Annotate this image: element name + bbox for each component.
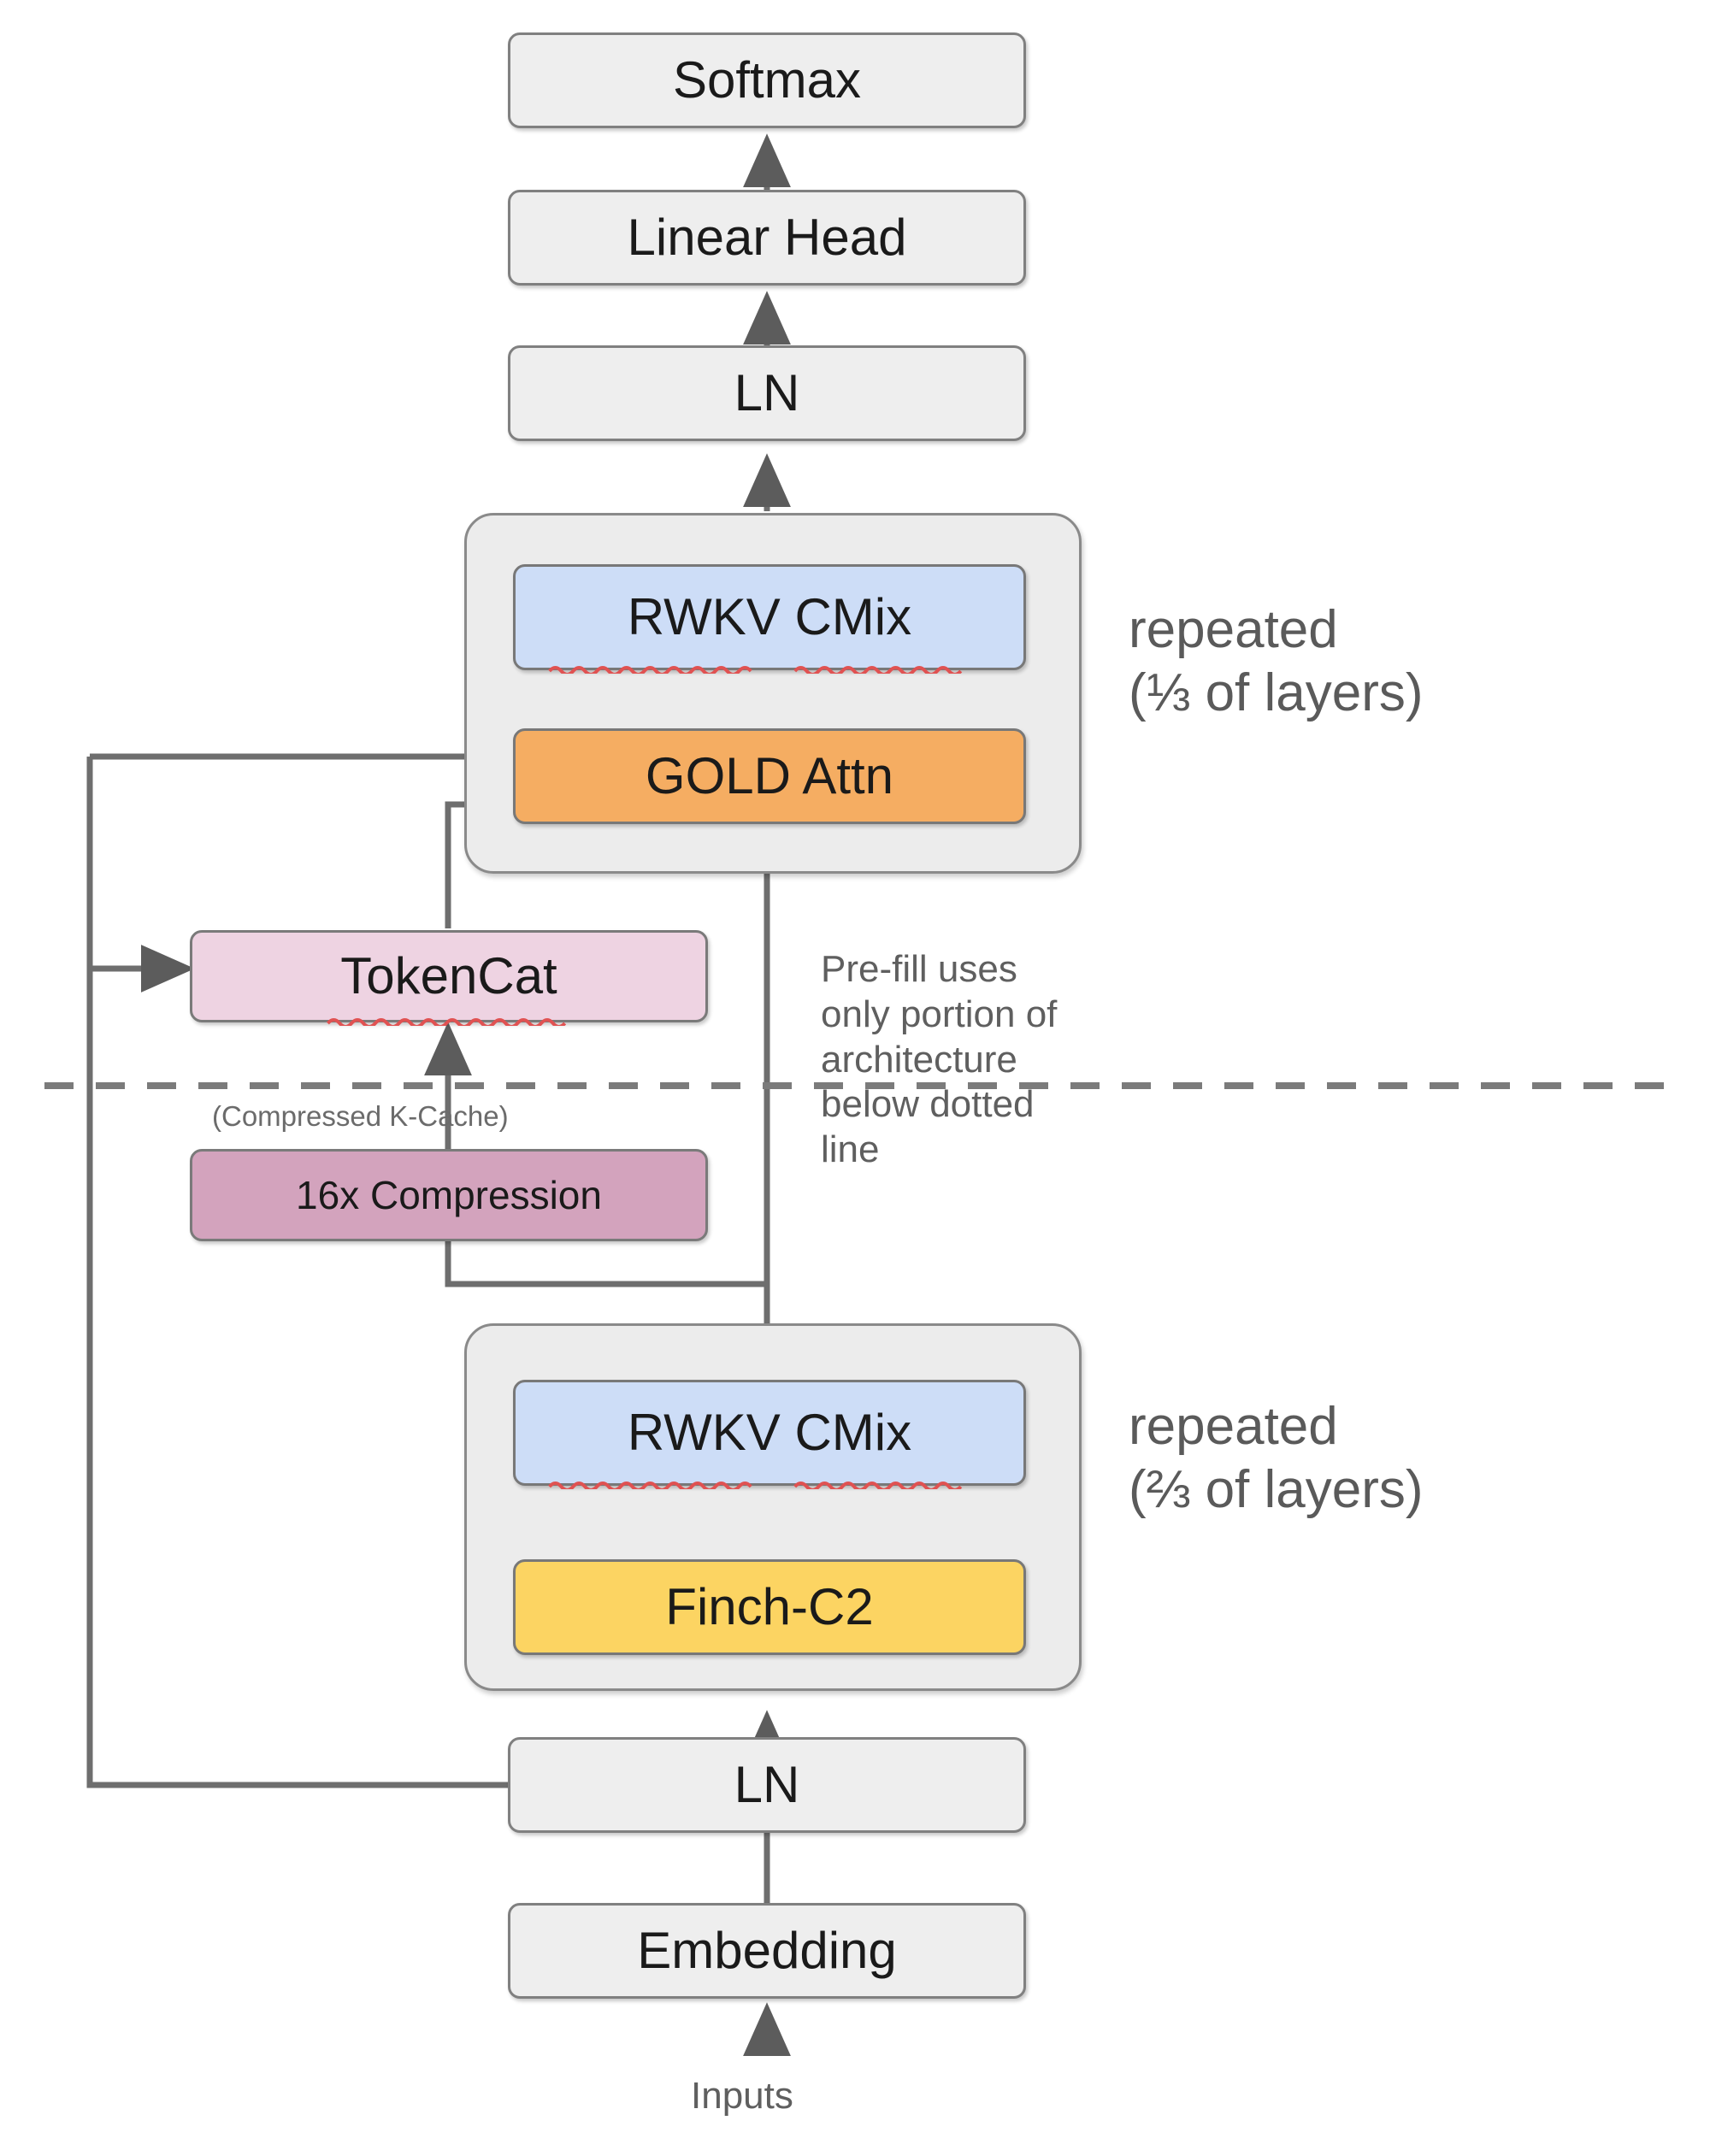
label-repeated-bottom: repeated (⅔ of layers)	[1129, 1395, 1424, 1523]
label-repeated-bottom-line2: (⅔ of layers)	[1129, 1460, 1424, 1520]
node-rwkv-cmix-top[interactable]: RWKV CMix	[513, 564, 1026, 674]
node-finch-c2[interactable]: Finch-C2	[513, 1559, 1026, 1655]
architecture-diagram: Softmax Linear Head LN RWKV CMix GOLD At…	[0, 0, 1710, 2156]
label-repeated-top: repeated (⅓ of layers)	[1129, 598, 1424, 726]
node-ln-bottom[interactable]: LN	[508, 1737, 1026, 1833]
node-softmax-label: Softmax	[672, 51, 862, 109]
node-ln-top-label: LN	[734, 364, 800, 421]
wire-lower-to-compression	[445, 1241, 767, 1287]
label-inputs: Inputs	[691, 2075, 793, 2117]
node-softmax[interactable]: Softmax	[508, 32, 1026, 128]
label-repeated-top-line2: (⅓ of layers)	[1129, 663, 1424, 723]
node-finch-c2-label: Finch-C2	[665, 1578, 874, 1635]
label-repeated-bottom-line1: repeated	[1129, 1397, 1338, 1456]
label-repeated-top-line1: repeated	[1129, 600, 1338, 659]
node-rwkv-cmix-bottom-label: RWKV CMix	[627, 1404, 912, 1461]
node-16x-compression[interactable]: 16x Compression	[190, 1149, 708, 1241]
node-linear-head[interactable]: Linear Head	[508, 190, 1026, 286]
node-linear-head-label: Linear Head	[627, 209, 907, 266]
node-tokencat[interactable]: TokenCat	[190, 930, 708, 1026]
node-ln-bottom-label: LN	[734, 1756, 800, 1813]
node-rwkv-cmix-bottom[interactable]: RWKV CMix	[513, 1380, 1026, 1489]
node-gold-attn[interactable]: GOLD Attn	[513, 728, 1026, 824]
node-16x-compression-label: 16x Compression	[296, 1173, 602, 1217]
node-gold-attn-label: GOLD Attn	[645, 747, 894, 804]
label-compressed-k-cache: (Compressed K-Cache)	[212, 1100, 509, 1132]
node-rwkv-cmix-top-label: RWKV CMix	[627, 588, 912, 645]
node-embedding[interactable]: Embedding	[508, 1903, 1026, 1999]
node-tokencat-label: TokenCat	[340, 947, 557, 1004]
node-embedding-label: Embedding	[637, 1922, 897, 1979]
label-prefill-note: Pre-fill uses only portion of architectu…	[821, 948, 1058, 1171]
node-ln-top[interactable]: LN	[508, 345, 1026, 441]
